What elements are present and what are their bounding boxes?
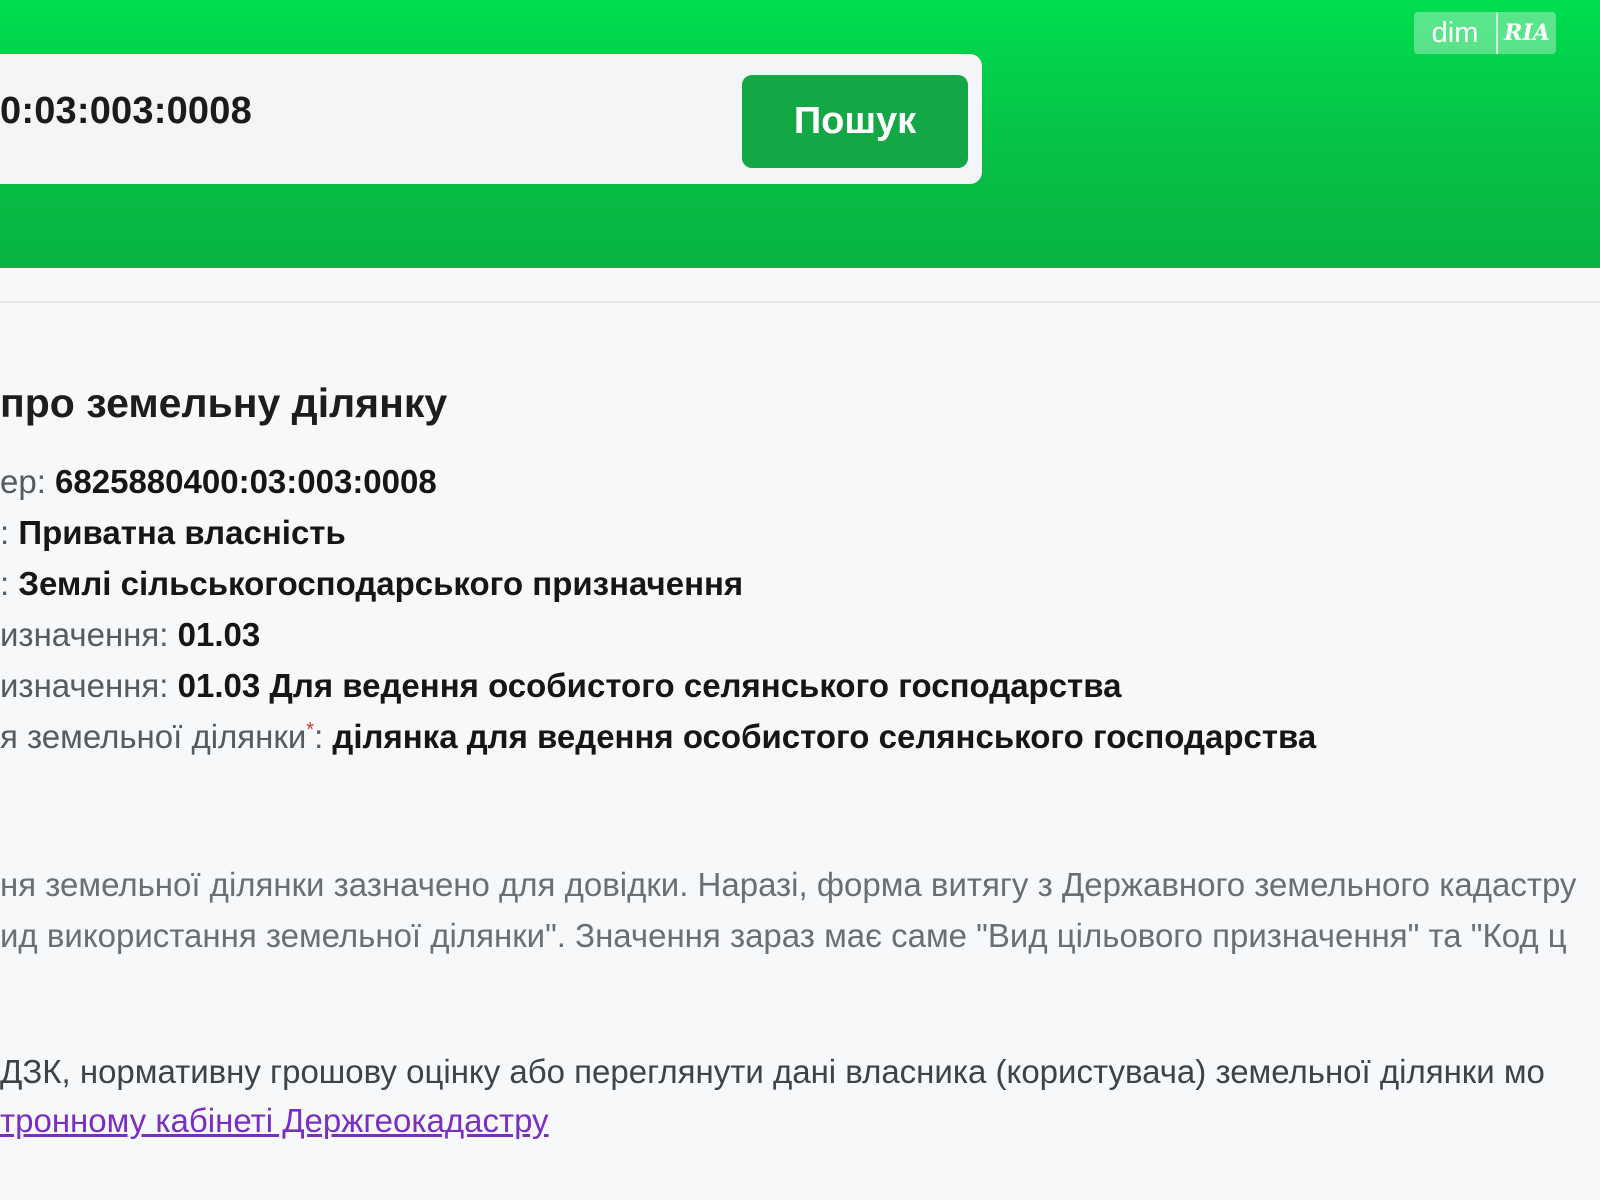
- info-label: я земельної ділянки: [0, 718, 307, 755]
- logo-dim-text: dim: [1414, 12, 1498, 54]
- info-value: Приватна власність: [18, 514, 346, 551]
- required-marker: *: [306, 719, 315, 741]
- info-label: :: [0, 514, 19, 551]
- info-separator: :: [314, 718, 333, 755]
- info-row-ownership: : Приватна власність: [0, 514, 346, 552]
- info-label: ер:: [0, 463, 56, 500]
- info-value: 01.03 Для ведення особистого селянського…: [177, 667, 1122, 704]
- search-input-value[interactable]: 0:03:003:0008: [0, 90, 252, 133]
- cabinet-link[interactable]: тронному кабінеті Держгеокадастру: [0, 1102, 549, 1140]
- info-row-purpose-code: изначення: 01.03: [0, 616, 260, 654]
- footnote-line: ид використання земельної ділянки". Знач…: [0, 917, 1567, 954]
- info-row-land-category: : Землі сільськогосподарського призначен…: [0, 565, 743, 603]
- logo-ria-text: RIA: [1504, 20, 1550, 46]
- info-row-cadastral-number: ер: 6825880400:03:003:0008: [0, 463, 437, 501]
- info-row-land-use: я земельної ділянки*: ділянка для веденн…: [0, 718, 1316, 756]
- info-value: Землі сільськогосподарського призначення: [18, 565, 744, 602]
- info-value: 01.03: [177, 616, 261, 653]
- section-title: про земельну ділянку: [0, 380, 448, 426]
- header-banner: 0:03:003:0008 Пошук dim RIA: [0, 0, 1600, 268]
- footnote-line: ня земельної ділянки зазначено для довід…: [0, 866, 1577, 903]
- info-value: 6825880400:03:003:0008: [55, 463, 437, 500]
- info-text: ДЗК, нормативну грошову оцінку або перег…: [0, 1053, 1545, 1090]
- info-label: :: [0, 565, 19, 602]
- search-button[interactable]: Пошук: [742, 75, 968, 168]
- info-label: изначення:: [0, 667, 178, 704]
- info-value: ділянка для ведення особистого селянсько…: [332, 718, 1317, 755]
- section-divider: [0, 301, 1600, 303]
- info-row-purpose-type: изначення: 01.03 Для ведення особистого …: [0, 667, 1121, 705]
- info-label: изначення:: [0, 616, 178, 653]
- dim-ria-logo[interactable]: dim RIA: [1414, 12, 1556, 54]
